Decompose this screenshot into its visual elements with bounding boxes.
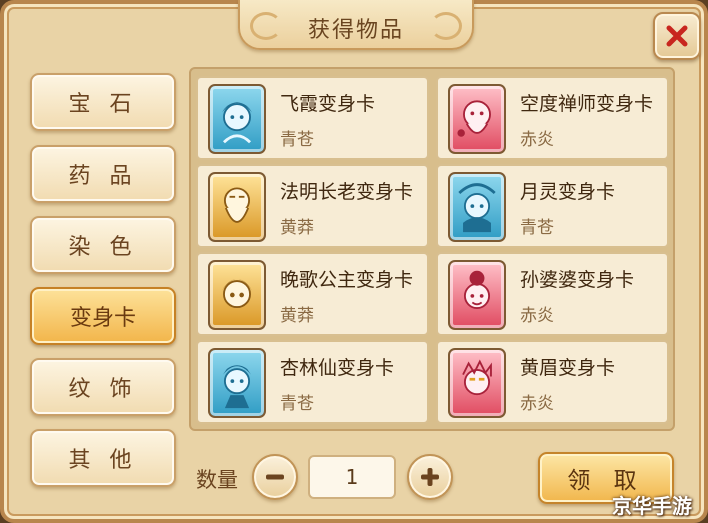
category-tab-gems[interactable]: 宝 石 [30,73,176,131]
item-card[interactable]: 飞霞变身卡 青苍 [196,76,429,160]
blue-spirit-portrait-icon [448,172,506,242]
minus-icon [266,474,284,480]
increase-quantity-button[interactable] [407,454,453,500]
watermark: 京华手游 [612,494,692,518]
blue-hero-portrait-icon [208,84,266,154]
plus-icon [421,468,439,486]
red-yellowbrow-portrait-icon [448,348,506,418]
item-tier: 赤炎 [520,394,554,414]
item-name: 法明长老变身卡 [280,181,414,203]
item-tier: 赤炎 [520,130,554,150]
quantity-input[interactable]: 1 [308,455,396,499]
quantity-label: 数量 [196,468,238,492]
item-tier: 青苍 [520,218,554,238]
item-card[interactable]: 晚歌公主变身卡 黄莽 [196,252,429,336]
title-banner: 获得物品 [238,0,474,50]
item-tier: 青苍 [280,130,314,150]
category-tab-other[interactable]: 其 他 [30,429,176,487]
item-card[interactable]: 空度禅师变身卡 赤炎 [436,76,669,160]
item-tier: 青苍 [280,394,314,414]
item-name: 月灵变身卡 [520,181,616,203]
category-tab-medicine[interactable]: 药 品 [30,145,176,203]
decrease-quantity-button[interactable] [252,454,298,500]
item-name: 孙婆婆变身卡 [520,269,635,291]
dialog-title: 获得物品 [307,18,404,43]
item-card[interactable]: 月灵变身卡 青苍 [436,164,669,248]
item-card[interactable]: 孙婆婆变身卡 赤炎 [436,252,669,336]
item-card[interactable]: 杏林仙变身卡 青苍 [196,340,429,424]
item-name: 黄眉变身卡 [520,357,616,379]
item-tier: 黄莽 [280,218,314,238]
item-name: 空度禅师变身卡 [520,93,654,115]
item-grid: 飞霞变身卡 青苍 空度禅师变身卡 赤炎 法明长老变身卡 黄莽 月灵变身卡 青苍 … [189,67,675,431]
red-granny-portrait-icon [448,260,506,330]
item-tier: 黄莽 [280,306,314,326]
item-name: 晚歌公主变身卡 [280,269,414,291]
close-icon [666,25,688,47]
category-tab-transform-card[interactable]: 变身卡 [30,287,176,345]
blue-fairy-portrait-icon [208,348,266,418]
item-name: 飞霞变身卡 [280,93,376,115]
category-tab-dye[interactable]: 染 色 [30,216,176,274]
item-name: 杏林仙变身卡 [280,357,395,379]
red-monk-portrait-icon [448,84,506,154]
item-card[interactable]: 法明长老变身卡 黄莽 [196,164,429,248]
item-tier: 赤炎 [520,306,554,326]
category-tab-pattern[interactable]: 纹 饰 [30,358,176,416]
item-card[interactable]: 黄眉变身卡 赤炎 [436,340,669,424]
close-button[interactable] [653,12,701,60]
gold-elder-portrait-icon [208,172,266,242]
gold-princess-portrait-icon [208,260,266,330]
